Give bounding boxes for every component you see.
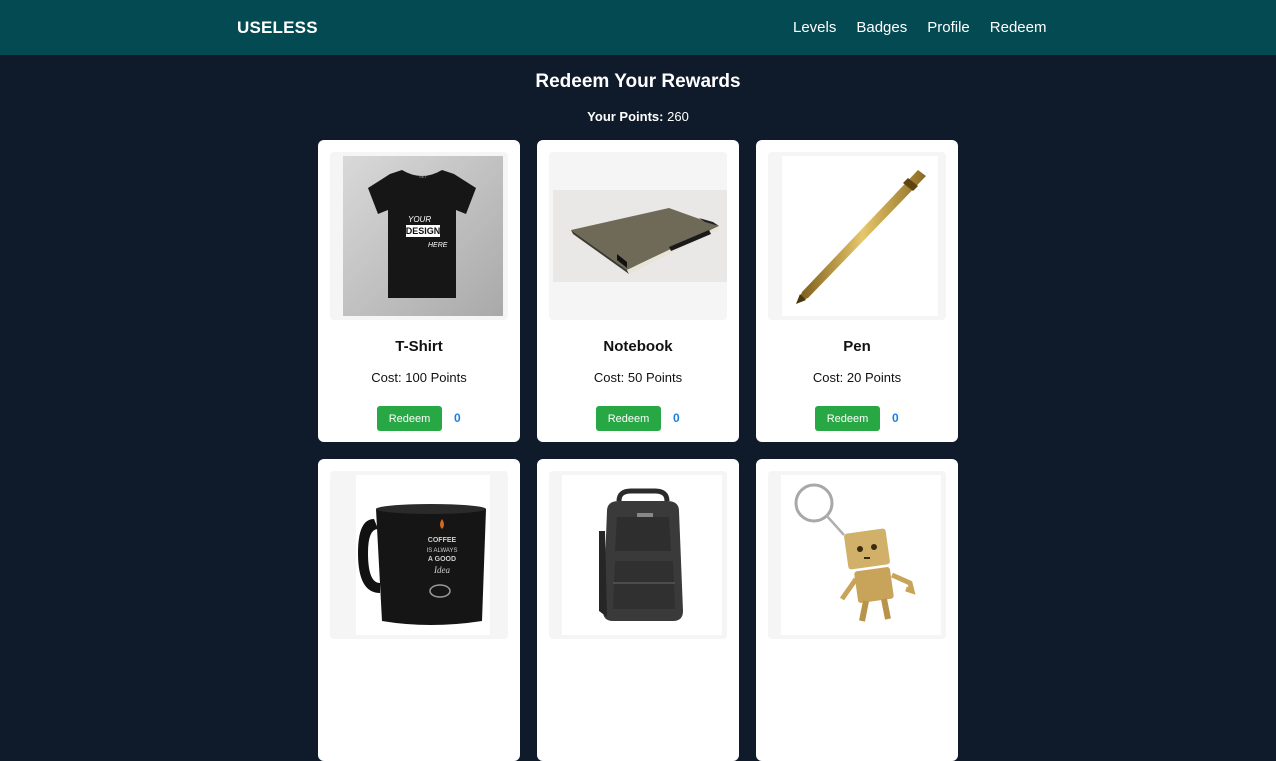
reward-cost-prefix: Cost: <box>371 370 402 385</box>
svg-text:DESIGN: DESIGN <box>406 226 441 236</box>
reward-name: T-Shirt <box>395 338 443 355</box>
reward-name: Pen <box>843 338 871 355</box>
redeem-count-pen: 0 <box>892 411 899 425</box>
rewards-grid: SET YOUR DESIGN HERE T-Shirt Cost: 100 P… <box>318 140 958 761</box>
svg-text:IS ALWAYS: IS ALWAYS <box>427 548 458 554</box>
reward-card-tshirt: SET YOUR DESIGN HERE T-Shirt Cost: 100 P… <box>318 140 520 442</box>
reward-card-keychain <box>756 459 958 761</box>
reward-card-pen: Pen Cost: 20 Points Redeem 0 <box>756 140 958 442</box>
redeem-button-tshirt[interactable]: Redeem <box>377 406 442 431</box>
reward-cost-value: 50 Points <box>627 370 683 385</box>
page-title: Redeem Your Rewards <box>535 71 741 92</box>
mug-image: COFFEE IS ALWAYS A GOOD Idea <box>330 471 508 639</box>
points-summary: Your Points: 260 <box>0 109 1276 124</box>
nav-link-redeem[interactable]: Redeem <box>990 19 1047 36</box>
top-navbar: USELESS Levels Badges Profile Redeem <box>0 0 1276 55</box>
svg-text:COFFEE: COFFEE <box>428 537 457 544</box>
nav-link-badges[interactable]: Badges <box>856 19 907 36</box>
brand-logo[interactable]: USELESS <box>237 18 318 38</box>
nav-links: Levels Badges Profile Redeem <box>793 19 1046 36</box>
reward-name: Notebook <box>603 338 673 355</box>
reward-cost: Cost: 20 Points <box>756 370 958 385</box>
points-label: Your Points: <box>587 109 664 124</box>
reward-cost-prefix: Cost: <box>812 370 844 385</box>
reward-card-notebook: Notebook Cost: 50 Points Redeem 0 <box>537 140 739 442</box>
svg-text:SET: SET <box>419 174 427 179</box>
redeem-count-tshirt: 0 <box>454 411 461 425</box>
svg-text:A GOOD: A GOOD <box>428 556 456 563</box>
svg-text:YOUR: YOUR <box>408 215 431 224</box>
reward-cost-value: 20 Points <box>846 370 902 385</box>
keychain-image <box>768 471 946 639</box>
nav-link-profile[interactable]: Profile <box>927 19 970 36</box>
redeem-button-pen[interactable]: Redeem <box>815 406 880 431</box>
pen-image <box>768 152 946 320</box>
reward-cost-value: 100 Points <box>405 370 467 385</box>
reward-cost-prefix: Cost: <box>593 370 625 385</box>
tshirt-image: SET YOUR DESIGN HERE <box>330 152 508 320</box>
reward-card-backpack <box>537 459 739 761</box>
points-value: 260 <box>667 109 689 124</box>
reward-cost: Cost: 50 Points <box>537 370 739 385</box>
notebook-image <box>549 152 727 320</box>
reward-cost: Cost: 100 Points <box>318 370 520 385</box>
svg-text:Idea: Idea <box>433 565 450 575</box>
reward-card-mug: COFFEE IS ALWAYS A GOOD Idea <box>318 459 520 761</box>
svg-text:HERE: HERE <box>428 242 448 249</box>
nav-link-levels[interactable]: Levels <box>793 19 836 36</box>
redeem-count-notebook: 0 <box>673 411 680 425</box>
backpack-image <box>549 471 727 639</box>
redeem-button-notebook[interactable]: Redeem <box>596 406 661 431</box>
